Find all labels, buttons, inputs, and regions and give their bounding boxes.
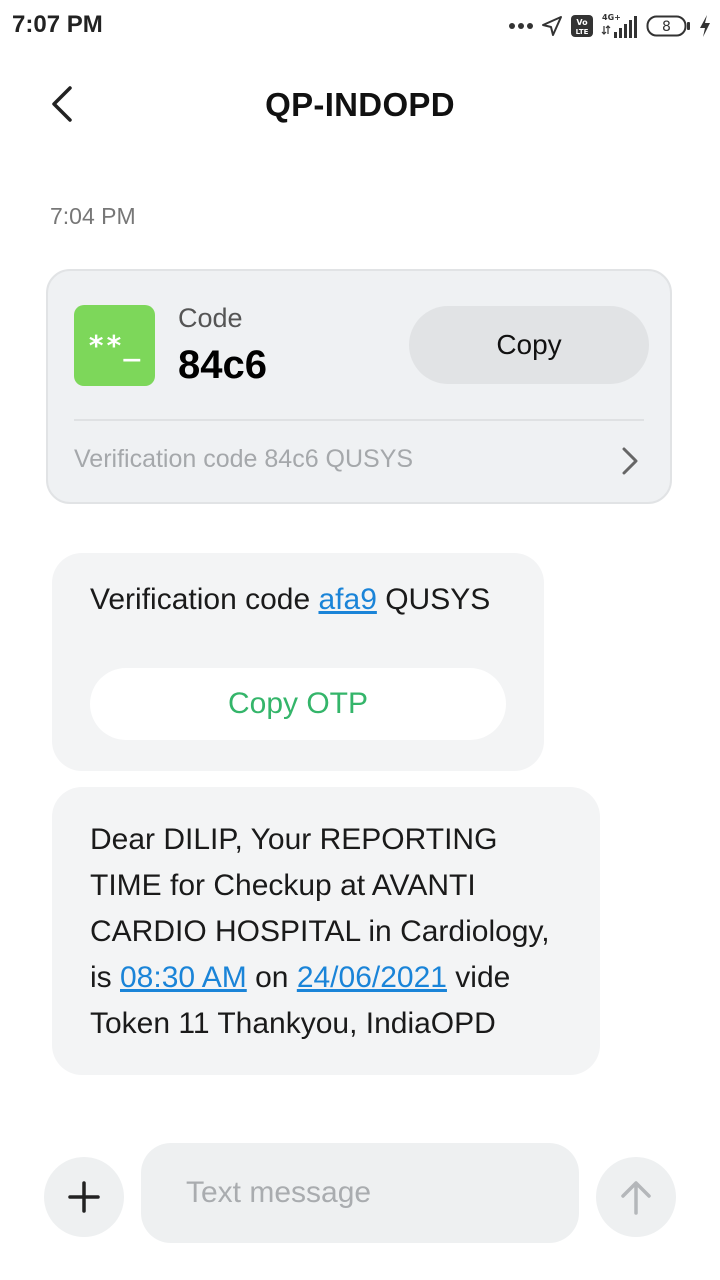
svg-text:8: 8 — [662, 19, 671, 35]
svg-text:Vo: Vo — [576, 18, 588, 27]
message-line: TIME for Checkup at AVANTI — [90, 869, 476, 902]
battery-icon: 8 — [646, 15, 690, 37]
charging-bolt-icon — [700, 15, 710, 37]
message-line: Dear DILIP, Your REPORTING — [90, 823, 498, 856]
expand-otp-button[interactable] — [618, 443, 642, 479]
message-bubble: Verification code afa9 QUSYS Copy OTP — [52, 553, 544, 771]
otp-card: **_ Code 84c6 Copy Verification code 84c… — [46, 269, 672, 504]
message-input[interactable] — [141, 1143, 579, 1243]
message-line: is 08:30 AM on 24/06/2021 vide — [90, 955, 580, 1001]
svg-text:LTE: LTE — [576, 28, 589, 36]
copy-code-button[interactable]: Copy — [409, 306, 649, 384]
otp-code-icon: **_ — [74, 305, 155, 386]
message-text: Verification code afa9 QUSYS — [90, 583, 490, 617]
message-timestamp: 7:04 PM — [50, 203, 136, 229]
otp-label: Code — [178, 303, 243, 333]
otp-message-preview[interactable]: Verification code 84c6 QUSYS — [74, 445, 413, 474]
signal-icon: 4G+ — [601, 13, 637, 38]
copy-otp-button[interactable]: Copy OTP — [90, 668, 506, 740]
otp-code: 84c6 — [178, 343, 267, 387]
volte-icon: Vo LTE — [571, 15, 593, 37]
status-icons: Vo LTE 4G+ 8 — [508, 10, 712, 42]
message-text-part: Verification code — [90, 583, 319, 616]
send-button[interactable] — [596, 1157, 676, 1237]
message-text-part: QUSYS — [376, 583, 491, 616]
send-arrow-icon — [621, 1181, 651, 1215]
message-line: CARDIO HOSPITAL in Cardiology, — [90, 915, 550, 948]
otp-link[interactable]: afa9 — [318, 583, 376, 616]
message-text: Dear DILIP, Your REPORTING TIME for Chec… — [90, 817, 580, 1047]
message-text-part: on — [246, 961, 297, 994]
svg-text:4G+: 4G+ — [602, 13, 621, 22]
page-title: QP-INDOPD — [265, 86, 455, 123]
attach-button[interactable] — [44, 1157, 124, 1237]
message-text-part: vide — [446, 961, 511, 994]
location-arrow-icon — [542, 16, 562, 36]
message-bubble: Dear DILIP, Your REPORTING TIME for Chec… — [52, 787, 600, 1075]
chevron-right-icon — [622, 447, 638, 475]
status-bar: 7:07 PM Vo LTE 4G+ 8 — [0, 0, 720, 52]
status-time: 7:07 PM — [12, 11, 103, 38]
message-text-part: is — [90, 961, 120, 994]
divider — [74, 419, 644, 421]
date-link[interactable]: 24/06/2021 — [297, 961, 447, 994]
conversation-header: QP-INDOPD — [0, 62, 720, 148]
plus-icon — [68, 1181, 100, 1213]
time-link[interactable]: 08:30 AM — [120, 961, 247, 994]
more-dots-icon — [509, 23, 533, 29]
message-line: Token 11 Thankyou, IndiaOPD — [90, 1007, 496, 1040]
